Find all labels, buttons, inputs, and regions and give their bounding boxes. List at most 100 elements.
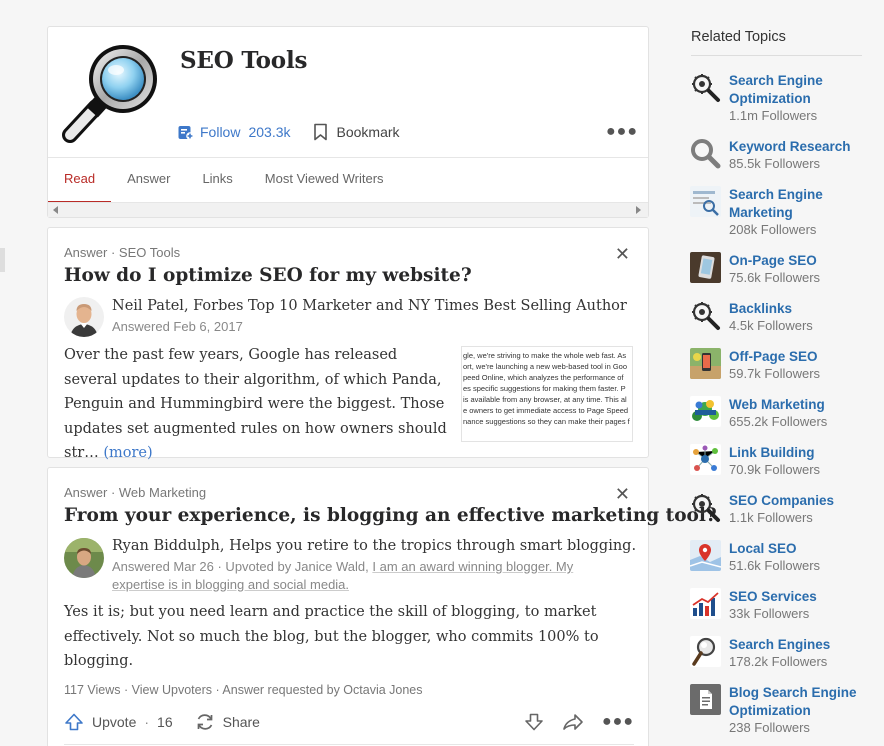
- thumb-line: gle, we're striving to make the whole we…: [463, 351, 627, 360]
- follow-count: 203.3k: [248, 124, 291, 140]
- author-name[interactable]: Ryan Biddulph, Helps you retire to the t…: [112, 538, 636, 554]
- share-button[interactable]: Share: [195, 712, 260, 732]
- answer-thumbnail[interactable]: gle, we're striving to make the whole we…: [461, 346, 633, 442]
- related-topic-name[interactable]: Link Building: [729, 444, 869, 462]
- related-topic-followers: 4.5k Followers: [729, 318, 813, 333]
- answer-action-bar: Upvote · 16 Share ●●●: [64, 711, 634, 733]
- related-topic-name[interactable]: Backlinks: [729, 300, 869, 318]
- follow-button[interactable]: Follow 203.3k: [178, 124, 291, 140]
- answered-date: Answered Mar 26 · Upvoted by Janice Wald…: [112, 559, 373, 574]
- separator-dot: ·: [144, 714, 150, 730]
- related-topic-name[interactable]: Search Engine Marketing: [729, 186, 869, 222]
- related-topic-followers: 59.7k Followers: [729, 366, 821, 381]
- answer-meta[interactable]: Answer · SEO Tools: [64, 245, 180, 260]
- related-topic-name[interactable]: SEO Services: [729, 588, 869, 606]
- related-topic-followers: 51.6k Followers: [729, 558, 821, 573]
- related-topic-name[interactable]: Local SEO: [729, 540, 869, 558]
- topic-tabs: Read Answer Links Most Viewed Writers: [48, 157, 648, 203]
- avatar[interactable]: [64, 297, 104, 337]
- related-topic-followers: 1.1m Followers: [729, 108, 818, 123]
- question-title[interactable]: From your experience, is blogging an eff…: [64, 505, 717, 526]
- network-icon: [690, 444, 721, 475]
- avatar[interactable]: [64, 538, 104, 578]
- divider: [691, 55, 862, 56]
- related-topic-name[interactable]: Search Engines: [729, 636, 869, 654]
- downvote-icon[interactable]: [524, 713, 544, 731]
- divider: [64, 744, 634, 745]
- answer-body[interactable]: Yes it is; but you need learn and practi…: [64, 600, 604, 674]
- gear-magnifier-icon: [690, 72, 721, 103]
- bookmark-button[interactable]: Bookmark: [313, 123, 400, 141]
- scroll-left-icon[interactable]: [53, 206, 58, 214]
- action-bar-right: ●●●: [506, 713, 634, 731]
- question-title[interactable]: How do I optimize SEO for my website?: [64, 265, 472, 286]
- author-photo-icon: [64, 538, 104, 578]
- tab-most-viewed-writers[interactable]: Most Viewed Writers: [249, 158, 400, 203]
- answer-card: Answer · Web Marketing ✕ From your exper…: [47, 467, 717, 746]
- author-name[interactable]: Neil Patel, Forbes Top 10 Marketer and N…: [112, 298, 627, 314]
- thumb-line: e owners to get immediate access to Page…: [463, 406, 629, 415]
- answered-info[interactable]: Answered Mar 26 · Upvoted by Janice Wald…: [112, 558, 592, 594]
- tab-read[interactable]: Read: [48, 158, 112, 203]
- topic-title: SEO Tools: [180, 47, 308, 74]
- map-pin-icon: [690, 540, 721, 571]
- follow-label: Follow: [200, 124, 241, 140]
- upvote-button[interactable]: Upvote · 16: [64, 713, 173, 731]
- gear-magnifier-icon: [690, 492, 721, 523]
- related-topic-followers: 1.1k Followers: [729, 510, 813, 525]
- thumb-line: ort, we're launching a new web-based too…: [463, 362, 628, 371]
- related-topic-name[interactable]: Search Engine Optimization: [729, 72, 869, 108]
- follow-icon: [178, 125, 194, 140]
- upvote-count: 16: [157, 714, 173, 730]
- related-topic-followers: 85.5k Followers: [729, 156, 821, 171]
- related-topic-followers: 33k Followers: [729, 606, 810, 621]
- thumb-line: peed Online, which analyzes the performa…: [463, 373, 624, 382]
- left-edge-tab[interactable]: [0, 248, 5, 272]
- bookmark-label: Bookmark: [336, 124, 400, 140]
- related-topic-followers: 208k Followers: [729, 222, 817, 237]
- gear-magnifier-icon: [690, 300, 721, 331]
- magnifier-icon: [690, 138, 721, 169]
- topic-header-card: SEO Tools Follow 203.3k Bookmark ●●● Rea…: [47, 26, 649, 218]
- answer-meta[interactable]: Answer · Web Marketing: [64, 485, 206, 500]
- more-options-icon[interactable]: ●●●: [606, 123, 638, 141]
- related-topic-followers: 238 Followers: [729, 720, 810, 735]
- answer-stats[interactable]: 117 Views · View Upvoters · Answer reque…: [64, 683, 423, 697]
- upvote-label: Upvote: [92, 714, 137, 730]
- topic-actions: Follow 203.3k Bookmark: [178, 123, 400, 141]
- related-topic-name[interactable]: Off-Page SEO: [729, 348, 869, 366]
- related-topic-followers: 178.2k Followers: [729, 654, 828, 669]
- answered-date[interactable]: Answered Feb 6, 2017: [112, 318, 243, 336]
- offpage-icon: [690, 348, 721, 379]
- author-photo-icon: [64, 297, 104, 337]
- answer-preview[interactable]: Over the past few years, Google has rele…: [64, 343, 454, 466]
- upvote-icon: [65, 713, 83, 731]
- bookmark-icon: [313, 123, 327, 141]
- success-icon: [690, 396, 721, 427]
- tab-answer[interactable]: Answer: [111, 158, 186, 203]
- thumb-line: nance suggestions so they can make their…: [463, 417, 630, 426]
- related-topic-name[interactable]: Web Marketing: [729, 396, 869, 414]
- related-topic-name[interactable]: Blog Search Engine Optimization: [729, 684, 869, 720]
- more-link[interactable]: (more): [103, 445, 152, 461]
- related-topics-title: Related Topics: [691, 29, 786, 45]
- share-label: Share: [222, 714, 260, 730]
- tab-links[interactable]: Links: [186, 158, 248, 203]
- related-topic-name[interactable]: On-Page SEO: [729, 252, 869, 270]
- share-refresh-icon: [197, 714, 212, 730]
- sem-icon: [690, 186, 721, 217]
- close-icon[interactable]: ✕: [615, 245, 630, 263]
- related-topic-followers: 655.2k Followers: [729, 414, 828, 429]
- related-topic-name[interactable]: Keyword Research: [729, 138, 869, 156]
- magnifier-icon: [62, 45, 157, 143]
- more-options-icon[interactable]: ●●●: [602, 713, 634, 731]
- related-topic-followers: 70.9k Followers: [729, 462, 821, 477]
- bar-chart-icon: [690, 588, 721, 619]
- related-topic-name[interactable]: SEO Companies: [729, 492, 869, 510]
- tabs-scrollbar[interactable]: [48, 202, 648, 217]
- document-icon: [690, 684, 721, 715]
- share-arrow-icon[interactable]: [562, 713, 584, 731]
- close-icon[interactable]: ✕: [615, 485, 630, 503]
- answer-body: Over the past few years, Google has rele…: [64, 347, 447, 461]
- scroll-right-icon[interactable]: [636, 206, 641, 214]
